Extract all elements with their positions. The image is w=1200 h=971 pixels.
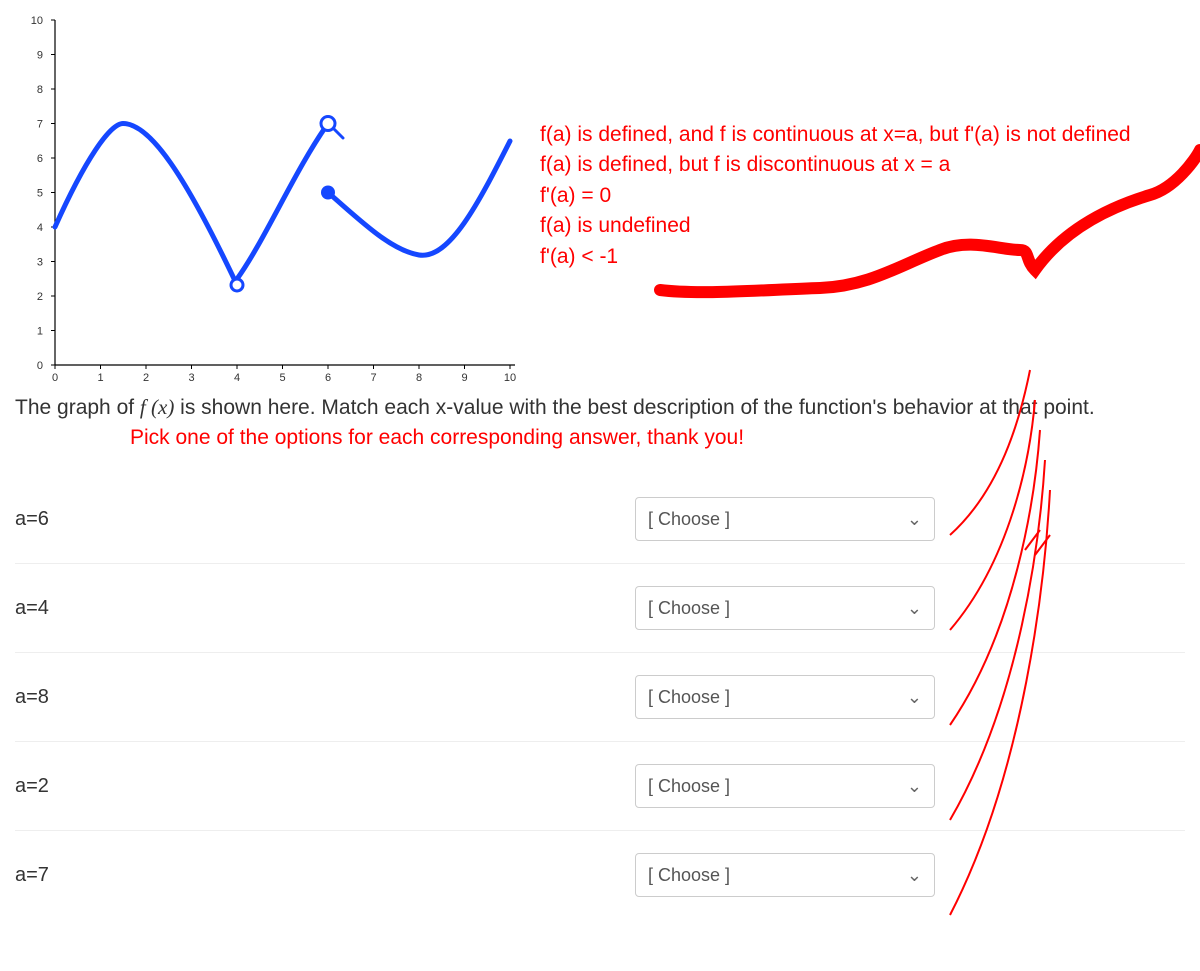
svg-text:4: 4 (37, 222, 43, 234)
svg-text:10: 10 (31, 15, 43, 27)
row-a7: a=7 [ Choose ] ⌄ (15, 831, 1185, 919)
svg-text:6: 6 (325, 372, 331, 384)
row-label-a8: a=8 (15, 686, 635, 709)
chevron-down-icon: ⌄ (907, 687, 922, 708)
matching-rows: a=6 [ Choose ] ⌄ a=4 [ Choose ] ⌄ a=8 [ … (0, 475, 1200, 919)
svg-text:4: 4 (234, 372, 240, 384)
dropdown-a6-text: [ Choose ] (648, 509, 730, 530)
option-3: f'(a) = 0 (540, 181, 1131, 211)
dropdown-a2[interactable]: [ Choose ] ⌄ (635, 764, 935, 808)
dropdown-a8-text: [ Choose ] (648, 687, 730, 708)
svg-text:9: 9 (461, 372, 467, 384)
chevron-down-icon: ⌄ (907, 509, 922, 530)
sub-instruction: Pick one of the options for each corresp… (0, 426, 1200, 450)
svg-text:0: 0 (52, 372, 58, 384)
row-a8: a=8 [ Choose ] ⌄ (15, 653, 1185, 742)
option-4: f(a) is undefined (540, 211, 1131, 241)
row-a2: a=2 [ Choose ] ⌄ (15, 742, 1185, 831)
svg-text:8: 8 (416, 372, 422, 384)
svg-text:1: 1 (37, 326, 43, 338)
dropdown-a7-text: [ Choose ] (648, 865, 730, 886)
q-prefix: The graph of (15, 396, 140, 419)
dropdown-a6[interactable]: [ Choose ] ⌄ (635, 497, 935, 541)
row-a4: a=4 [ Choose ] ⌄ (15, 564, 1185, 653)
svg-text:8: 8 (37, 84, 43, 96)
svg-text:6: 6 (37, 153, 43, 165)
svg-text:7: 7 (370, 372, 376, 384)
svg-text:2: 2 (37, 291, 43, 303)
q-suffix: is shown here. Match each x-value with t… (180, 396, 1095, 419)
svg-text:0: 0 (37, 360, 43, 372)
svg-text:5: 5 (37, 188, 43, 200)
option-5: f'(a) < -1 (540, 242, 1131, 272)
row-label-a4: a=4 (15, 597, 635, 620)
row-label-a7: a=7 (15, 864, 635, 887)
option-1: f(a) is defined, and f is continuous at … (540, 120, 1131, 150)
dropdown-a7[interactable]: [ Choose ] ⌄ (635, 853, 935, 897)
q-function: f (x) (140, 395, 174, 419)
chevron-down-icon: ⌄ (907, 776, 922, 797)
svg-text:10: 10 (504, 372, 516, 384)
dropdown-a4-text: [ Choose ] (648, 598, 730, 619)
option-2: f(a) is defined, but f is discontinuous … (540, 150, 1131, 180)
svg-text:9: 9 (37, 50, 43, 62)
question-text: The graph of f (x) is shown here. Match … (0, 385, 1200, 426)
row-label-a6: a=6 (15, 508, 635, 531)
svg-text:2: 2 (143, 372, 149, 384)
chevron-down-icon: ⌄ (907, 865, 922, 886)
svg-text:5: 5 (279, 372, 285, 384)
dropdown-a2-text: [ Choose ] (648, 776, 730, 797)
chevron-down-icon: ⌄ (907, 598, 922, 619)
dropdown-a8[interactable]: [ Choose ] ⌄ (635, 675, 935, 719)
svg-text:3: 3 (37, 257, 43, 269)
answer-options: f(a) is defined, and f is continuous at … (520, 10, 1131, 272)
row-label-a2: a=2 (15, 775, 635, 798)
svg-text:7: 7 (37, 119, 43, 131)
svg-text:3: 3 (188, 372, 194, 384)
svg-text:1: 1 (97, 372, 103, 384)
row-a6: a=6 [ Choose ] ⌄ (15, 475, 1185, 564)
dropdown-a4[interactable]: [ Choose ] ⌄ (635, 586, 935, 630)
graph-plot: 0 1 2 3 4 5 6 7 8 9 10 0 1 2 3 4 5 6 (15, 10, 520, 385)
